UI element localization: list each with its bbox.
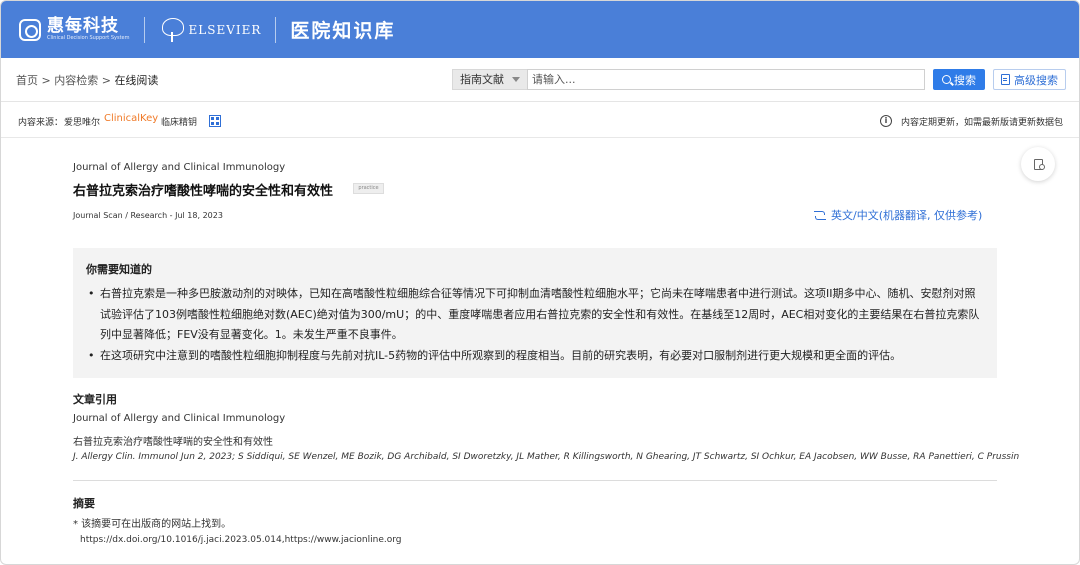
breadcrumb-separator: > bbox=[41, 74, 51, 87]
brand-subtitle: Clinical Decision Support System bbox=[47, 35, 130, 41]
swap-icon bbox=[814, 210, 826, 221]
citation-journal: Journal of Allergy and Clinical Immunolo… bbox=[73, 413, 286, 424]
qr-code-icon[interactable] bbox=[209, 115, 221, 127]
journal-name: Journal of Allergy and Clinical Immunolo… bbox=[73, 162, 286, 173]
clinicalkey-logo: ClinicalKey bbox=[104, 113, 159, 124]
source-label: 内容来源： bbox=[18, 118, 64, 128]
info-icon: i bbox=[880, 115, 892, 127]
header-divider bbox=[143, 16, 145, 43]
key-points-title: 你需要知道的 bbox=[86, 263, 152, 276]
search-scope-value: 指南文献 bbox=[460, 73, 504, 86]
header-divider bbox=[275, 16, 277, 43]
key-points-box: 你需要知道的 右普拉克索是一种多巴胺激动剂的对映体，已知在高嗜酸性粒细胞综合征等… bbox=[73, 248, 997, 378]
breadcrumb: 首页 > 内容检索 > 在线阅读 bbox=[16, 72, 158, 88]
update-note: 内容定期更新，如需最新版请更新数据包 bbox=[901, 118, 1064, 128]
search-scope-select[interactable]: 指南文献 bbox=[452, 69, 527, 90]
brand-name: 惠每科技 bbox=[47, 16, 119, 36]
article-meta: Journal Scan / Research - Jul 18, 2023 bbox=[73, 211, 223, 220]
chevron-down-icon bbox=[512, 77, 520, 82]
abstract-link[interactable]: https://dx.doi.org/10.1016/j.jaci.2023.0… bbox=[80, 535, 402, 545]
breadcrumb-current: 在线阅读 bbox=[114, 74, 159, 87]
section-divider bbox=[73, 480, 997, 481]
citation-heading: 文章引用 bbox=[73, 393, 117, 406]
floating-action-button[interactable] bbox=[1021, 147, 1055, 181]
search-button-label: 搜索 bbox=[954, 73, 976, 87]
practice-badge: practice bbox=[353, 183, 384, 194]
advanced-search-button[interactable]: 高级搜索 bbox=[993, 69, 1066, 90]
search-button[interactable]: 搜索 bbox=[933, 69, 985, 90]
translate-toggle[interactable]: 英文/中文(机器翻译, 仅供参考) bbox=[814, 207, 982, 223]
document-icon bbox=[1001, 74, 1010, 85]
article-title: 右普拉克索治疗嗜酸性哮喘的安全性和有效性 bbox=[73, 184, 334, 199]
search-placeholder: 请输入... bbox=[532, 73, 576, 86]
elsevier-wordmark: ELSEVIER bbox=[188, 22, 262, 37]
content-source-bar: 内容来源： 爱思唯尔 ClinicalKey 临床精钥 i 内容定期更新，如需最… bbox=[1, 102, 1079, 138]
abstract-note: * 该摘要可在出版商的网站上找到。 bbox=[73, 519, 232, 530]
breadcrumb-separator: > bbox=[101, 74, 111, 87]
brand-logo-icon bbox=[19, 18, 41, 41]
citation-reference: J. Allergy Clin. Immunol Jun 2, 2023; S … bbox=[73, 452, 1020, 462]
key-point-item: 在这项研究中注意到的嗜酸性粒细胞抑制程度与先前对抗IL-5药物的评估中所观察到的… bbox=[86, 346, 986, 367]
search-input[interactable]: 请输入... bbox=[527, 69, 925, 90]
app-window: 惠每科技 Clinical Decision Support System EL… bbox=[0, 0, 1080, 565]
nav-bar: 首页 > 内容检索 > 在线阅读 指南文献 请输入... 搜索 高级搜索 bbox=[1, 58, 1079, 102]
source-publisher: 爱思唯尔 bbox=[64, 118, 101, 128]
elsevier-tree-icon bbox=[159, 16, 185, 44]
breadcrumb-home[interactable]: 首页 bbox=[16, 74, 38, 87]
advanced-search-label: 高级搜索 bbox=[1014, 73, 1058, 87]
search-icon bbox=[942, 75, 951, 84]
key-points-list: 右普拉克索是一种多巴胺激动剂的对映体，已知在高嗜酸性粒细胞综合征等情况下可抑制血… bbox=[86, 284, 986, 366]
brand-logo[interactable]: 惠每科技 Clinical Decision Support System bbox=[19, 17, 130, 42]
translate-label: 英文/中文(机器翻译, 仅供参考) bbox=[831, 209, 983, 222]
clinicalkey-suffix: 临床精钥 bbox=[161, 118, 198, 128]
key-point-item: 右普拉克索是一种多巴胺激动剂的对映体，已知在高嗜酸性粒细胞综合征等情况下可抑制血… bbox=[86, 284, 986, 346]
breadcrumb-search[interactable]: 内容检索 bbox=[54, 74, 98, 87]
abstract-heading: 摘要 bbox=[73, 497, 95, 510]
knowledge-base-title: 医院知识库 bbox=[290, 20, 396, 42]
elsevier-logo: ELSEVIER bbox=[159, 16, 262, 44]
citation-article-title: 右普拉克索治疗嗜酸性哮喘的安全性和有效性 bbox=[73, 437, 273, 448]
top-header: 惠每科技 Clinical Decision Support System EL… bbox=[1, 1, 1079, 58]
document-search-icon bbox=[1033, 158, 1045, 170]
